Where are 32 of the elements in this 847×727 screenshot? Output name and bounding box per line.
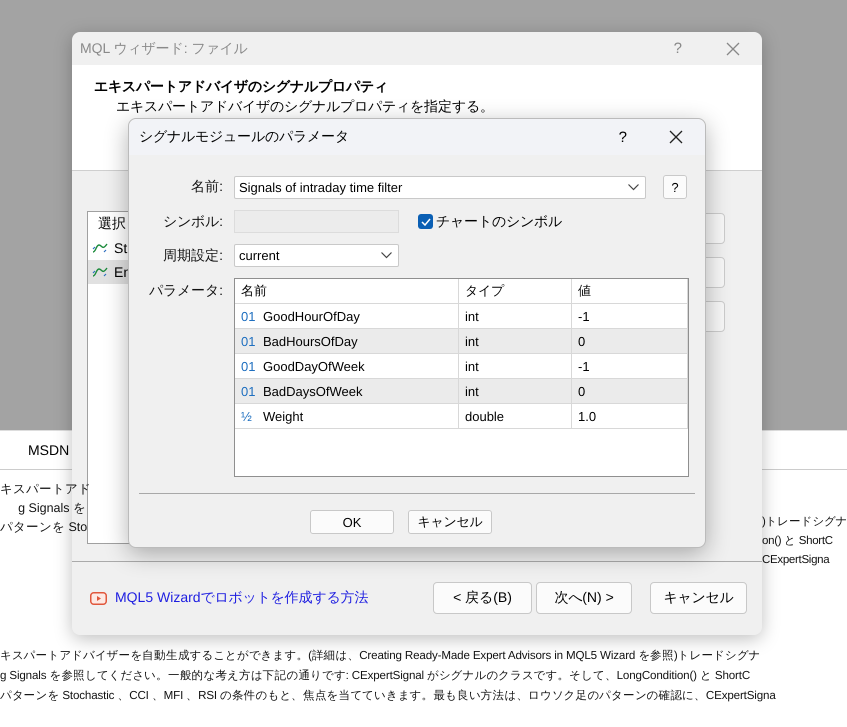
parameter-name-cell: ½ Weight bbox=[235, 404, 459, 428]
help-text-line: キスパートアドバイザーを自動生成することができます。(詳細は、Creating Ready-Made Expert Advisors in MQL5 Wizard を参照)トレードシグナ bbox=[0, 648, 762, 664]
help-text-fragment: on() と ShortC bbox=[762, 534, 834, 549]
parameter-name-cell: 01 GoodDayOfWeek bbox=[235, 354, 459, 378]
parameter-name-cell: 01 BadDaysOfWeek bbox=[235, 379, 459, 403]
page-heading: エキスパートアドバイザのシグナルプロパティ bbox=[94, 78, 389, 96]
parameter-name-cell: 01 BadHoursOfDay bbox=[235, 329, 459, 353]
parameter-type-cell: int bbox=[459, 379, 572, 403]
parameter-type-cell: int bbox=[459, 354, 572, 378]
help-text-fragment: g Signals を bbox=[17, 500, 86, 517]
help-text-line: パターンを Stochastic 、CCI 、MFI 、RSI の条件のもと、焦点を当てていきます。最も良い方法は、ロウソク足のパターンの確認に、CExpertSigna bbox=[0, 688, 777, 704]
field-label: 周期設定: bbox=[162, 246, 223, 264]
parameter-type-cell: int bbox=[459, 304, 572, 328]
help-text-fragment: CExpertSigna bbox=[762, 553, 831, 568]
help-text-fragment: )トレードシグナ bbox=[762, 515, 847, 530]
fraction-icon: ½ bbox=[241, 408, 263, 424]
integer-icon: 01 bbox=[241, 384, 263, 398]
parameter-name-cell: 01 GoodHourOfDay bbox=[235, 304, 459, 328]
list-header: 選択 bbox=[98, 215, 126, 233]
parameter-type-cell: double bbox=[459, 404, 572, 428]
help-text-fragment: パターンを Sto bbox=[0, 519, 86, 536]
help-text-line: g Signals を参照してください。一般的な考え方は下記の通りです: CExpertSignal がシグナルのクラスです。そして、LongCondition() と ShortC bbox=[0, 668, 752, 684]
field-label: パラメータ: bbox=[148, 281, 223, 300]
integer-icon: 01 bbox=[241, 334, 263, 348]
dialog-title: シグナルモジュールのパラメータ bbox=[139, 128, 350, 146]
field-label: シンボル: bbox=[162, 212, 223, 230]
page-subheading: エキスパートアドバイザのシグナルプロパティを指定する。 bbox=[116, 98, 495, 116]
integer-icon: 01 bbox=[241, 358, 263, 374]
window-title: MQL ウィザード: ファイル bbox=[80, 40, 248, 58]
integer-icon: 01 bbox=[241, 308, 263, 324]
field-label: 名前: bbox=[190, 178, 223, 196]
parameter-type-cell: int bbox=[459, 329, 572, 353]
